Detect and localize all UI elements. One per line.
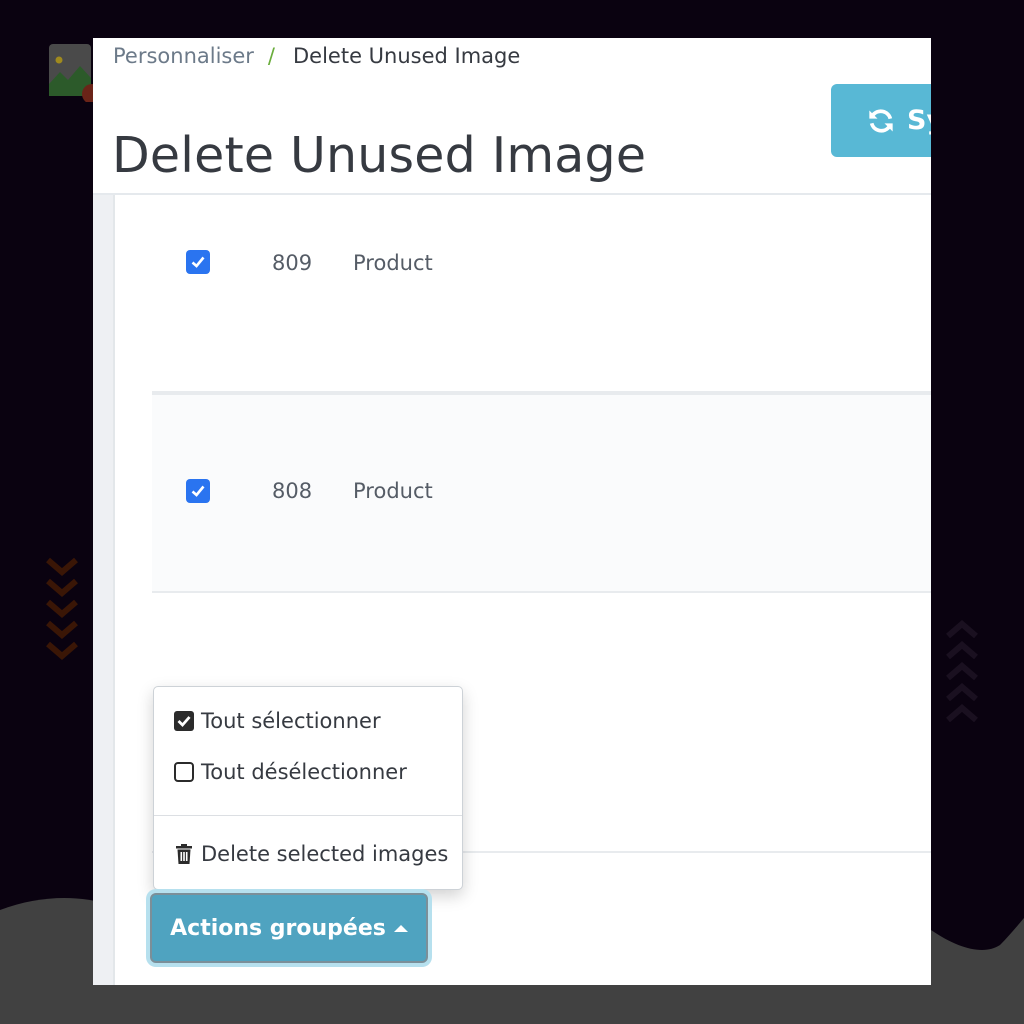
trash-icon	[176, 844, 192, 864]
bulk-actions-button[interactable]: Actions groupées	[150, 893, 428, 963]
checkmark-icon	[191, 485, 205, 497]
breadcrumb: Personnaliser / Delete Unused Image	[113, 44, 520, 68]
row-checkbox[interactable]	[186, 479, 210, 503]
row-type: Product	[353, 479, 433, 503]
refresh-icon	[869, 108, 893, 133]
menu-item-deselect-all[interactable]: Tout désélectionner	[173, 760, 407, 784]
caret-up-icon	[393, 924, 408, 932]
table-row: 809 Product	[152, 195, 931, 393]
breadcrumb-separator: /	[267, 44, 275, 68]
menu-divider	[154, 815, 462, 816]
chevrons-down-decoration-icon	[46, 557, 78, 660]
row-type: Product	[353, 251, 433, 275]
table-row: 808 Product	[152, 393, 931, 593]
menu-item-label: Delete selected images	[201, 842, 449, 866]
menu-item-delete-selected[interactable]: Delete selected images	[173, 842, 448, 866]
page-header: Personnaliser / Delete Unused Image Delete…	[93, 38, 931, 195]
sync-button-label: Sy	[907, 105, 931, 136]
sync-button[interactable]: Sy	[831, 84, 931, 157]
row-checkbox[interactable]	[186, 250, 210, 274]
menu-item-label: Tout désélectionner	[201, 760, 407, 784]
left-gutter	[93, 195, 115, 985]
menu-item-label: Tout sélectionner	[201, 709, 381, 733]
menu-item-select-all[interactable]: Tout sélectionner	[173, 709, 381, 733]
row-id: 808	[272, 479, 313, 503]
breadcrumb-parent-link[interactable]: Personnaliser	[113, 44, 254, 68]
breadcrumb-current: Delete Unused Image	[293, 44, 521, 68]
admin-page: Personnaliser / Delete Unused Image Delete…	[93, 38, 931, 985]
checked-square-icon	[174, 711, 194, 731]
row-id: 809	[272, 251, 313, 275]
empty-square-icon	[174, 762, 194, 782]
checkmark-icon	[191, 256, 205, 268]
bulk-actions-menu: Tout sélectionner Tout désélectionner De…	[153, 686, 463, 890]
chevrons-up-decoration-icon	[946, 620, 978, 723]
bulk-actions-label: Actions groupées	[170, 915, 386, 941]
page-title: Delete Unused Image	[112, 126, 647, 184]
broken-image-icon	[49, 44, 96, 102]
